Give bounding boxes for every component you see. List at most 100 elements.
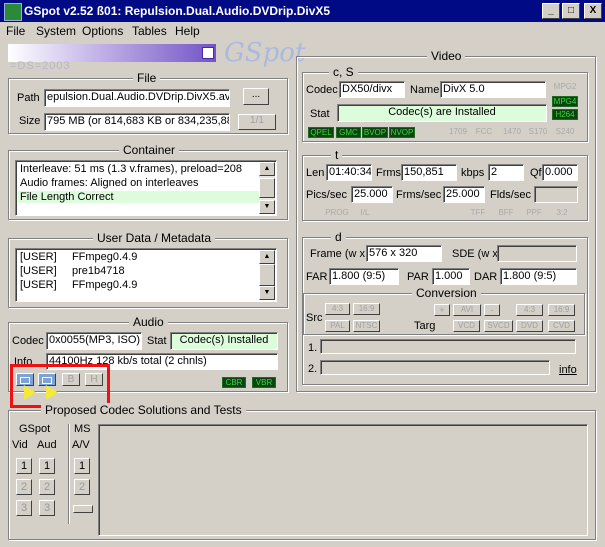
menu-tables[interactable]: Tables [132,24,167,38]
proposed-divider-highlight [69,424,70,524]
aud-solution-1-button[interactable]: 1 [39,458,55,474]
banner-subtitle: =DS=2003 [10,60,71,72]
far-field: 1.800 (9:5) [329,268,399,285]
result-line-1 [320,339,576,354]
src-ntsc-button[interactable]: NTSC [353,320,380,332]
video-stat-label: Stat [310,108,330,120]
proposed-results-pane [98,424,588,536]
userdata-scrollbar[interactable]: ▲ ▼ [259,250,275,300]
audio-group-title: Audio [129,315,168,329]
pics-sec-field: 25.000 [351,186,393,203]
flds-sec-label: Flds/sec [490,189,531,201]
banner-square-icon [202,47,214,59]
conversion-plus-button[interactable]: + [434,304,450,316]
path-field[interactable]: epulsion.Dual.Audio.DVDrip.DivX5.avi [44,89,230,107]
gspot-logo: GSpot [224,38,306,68]
proposed-title: Proposed Codec Solutions and Tests [41,403,246,417]
scroll-down-icon[interactable]: ▼ [259,286,275,300]
aud-solution-3-button[interactable]: 3 [39,500,55,516]
av-label: A/V [72,439,90,451]
par-label: PAR [407,271,429,283]
conversion-avi-button[interactable]: AVI [453,304,481,316]
container-scrollbar[interactable]: ▲ ▼ [259,162,275,214]
title-bar: GSpot v2.52 ß01: Repulsion.Dual.Audio.DV… [0,0,605,22]
tag-fcc: FCC [475,127,493,136]
sde-label: SDE (w x [452,248,498,260]
targ-4-3-button[interactable]: 4:3 [516,304,543,316]
close-button[interactable]: X [584,3,602,19]
kbps-field: 2 [488,164,524,181]
mpg2-indicator: MPG2 [553,82,577,91]
container-line: File Length Correct [18,191,260,203]
frms-label: Frms [376,167,402,179]
userdata-line: [USER] pre1b4718 [20,265,125,277]
userdata-line: [USER] FFmpeg0.4.9 [20,251,138,263]
scroll-thumb[interactable] [259,178,275,198]
src-16-9-button[interactable]: 16:9 [353,303,380,315]
audio-codec-field: 0x0055(MP3, ISO) [46,332,142,350]
h264-indicator: H264 [552,109,578,120]
result-line-2 [320,360,550,375]
ms-column-label: MS [74,423,91,435]
targ-cvd-button[interactable]: CVD [548,320,575,332]
menu-file[interactable]: File [6,24,25,38]
vid-solution-3-button[interactable]: 3 [16,500,32,516]
sde-field [497,245,577,262]
targ-dvd-button[interactable]: DVD [516,320,543,332]
audio-stat-label: Stat [147,335,167,347]
scroll-thumb[interactable] [259,264,275,286]
len-field: 01:40:34 [326,164,372,181]
result-line-2-label: 2. [308,363,318,375]
app-icon[interactable] [4,3,22,21]
frms-sec-label: Frms/sec [396,189,442,201]
maximize-button[interactable]: □ [562,3,580,19]
conversion-minus-button[interactable]: - [484,304,500,316]
menu-system[interactable]: System [36,24,76,38]
pulldown-indicator: 3:2 [556,208,568,217]
ms-solution-2-button[interactable]: 2 [74,479,90,495]
path-label: Path [17,92,40,104]
ms-solution-1-button[interactable]: 1 [74,458,90,474]
video-t-title: t [331,148,343,162]
audio-stat-field: Codec(s) Installed [170,332,278,350]
minimize-button[interactable]: _ [542,3,560,19]
targ-svcd-button[interactable]: SVCD [484,320,513,332]
dar-label: DAR [474,271,498,283]
vbr-indicator: VBR [252,377,276,388]
info-link[interactable]: info [559,364,577,376]
file-group-title: File [133,71,161,85]
qpel-indicator: QPEL [308,127,334,138]
frms-sec-field: 25.000 [443,186,485,203]
tag-1470: 1470 [503,127,521,136]
menu-options[interactable]: Options [82,24,123,38]
qf-field: 0.000 [542,164,578,181]
vid-solution-1-button[interactable]: 1 [16,458,32,474]
frame-label: Frame (w x [310,248,365,260]
src-4-3-button[interactable]: 4:3 [325,303,350,315]
scroll-up-icon[interactable]: ▲ [259,162,275,176]
menu-help[interactable]: Help [175,24,200,38]
audio-button-h[interactable]: H [85,373,103,386]
audio-button-b[interactable]: B [62,373,80,386]
container-list[interactable]: Interleave: 51 ms (1.3 v.frames), preloa… [15,160,277,216]
ms-extra-button[interactable] [73,505,93,513]
userdata-line: [USER] FFmpeg0.4.9 [20,279,138,291]
targ-label: Targ [414,320,436,332]
vid-solution-2-button[interactable]: 2 [16,479,32,495]
src-pal-button[interactable]: PAL [325,320,350,332]
userdata-list[interactable]: [USER] FFmpeg0.4.9 [USER] pre1b4718 [USE… [15,248,277,302]
bvop-indicator: BVOP [362,127,388,138]
video-codec-field: DX50/divx [339,81,405,98]
tag-s240: S240 [555,127,575,136]
gspot-column-label: GSpot [19,423,51,435]
video-codec-label: Codec [306,84,338,96]
video-stat-field: Codec(s) are Installed [337,104,547,122]
scroll-down-icon[interactable]: ▼ [259,200,275,214]
browse-button[interactable]: ... [243,88,269,105]
targ-vcd-button[interactable]: VCD [453,320,480,332]
scroll-up-icon[interactable]: ▲ [259,250,275,264]
par-field: 1.000 [432,268,470,285]
ppf-indicator: PPF [526,208,542,217]
aud-solution-2-button[interactable]: 2 [39,479,55,495]
targ-16-9-button[interactable]: 16:9 [548,304,575,316]
